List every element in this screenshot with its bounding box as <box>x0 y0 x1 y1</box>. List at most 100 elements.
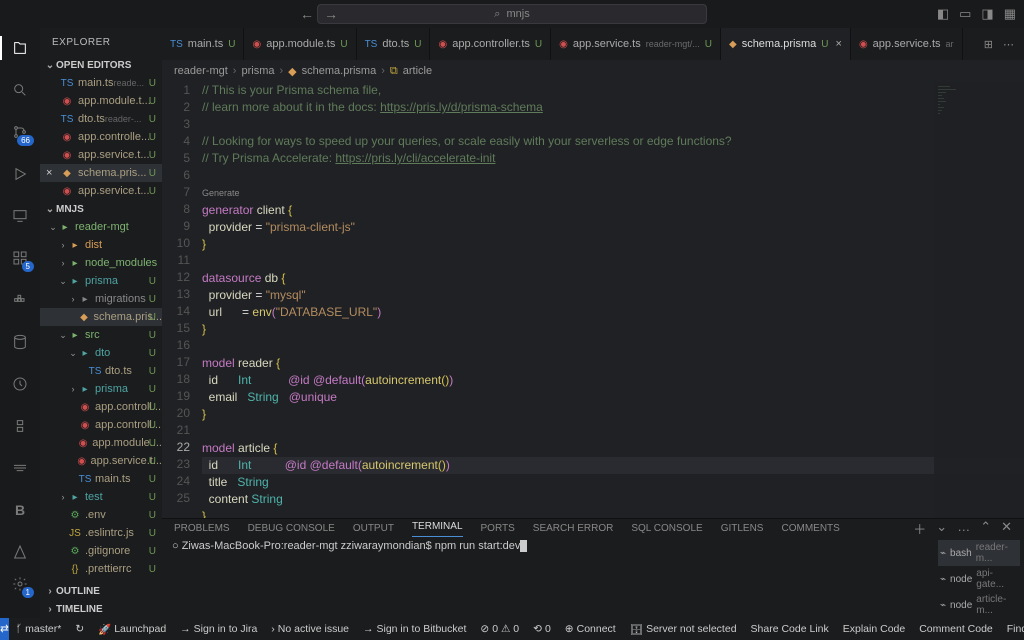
open-editors-header[interactable]: ⌄OPEN EDITORS <box>40 56 162 74</box>
remote-button[interactable]: ⇄ <box>0 618 9 640</box>
terminal-new-icon[interactable]: ＋ <box>913 519 926 538</box>
server[interactable]: 🗄 Server not selected <box>623 623 744 636</box>
outline-header[interactable]: ›OUTLINE <box>40 582 162 600</box>
terminal-instance[interactable]: ⌁ bash reader-m... <box>938 540 1020 566</box>
panel-tab[interactable]: SQL CONSOLE <box>631 523 702 534</box>
terminal[interactable]: ○ Ziwas-MacBook-Pro:reader-mgt zziwaraym… <box>162 538 934 618</box>
open-editor-item[interactable]: ×◆schema.pris...U <box>40 164 162 182</box>
open-editor-item[interactable]: TSmain.ts reade...U <box>40 74 162 92</box>
jira-signin[interactable]: → Sign in to Jira <box>173 623 264 635</box>
panel-close-icon[interactable]: ✕ <box>1001 519 1012 538</box>
editor-tab[interactable]: TSdto.ts U <box>357 28 431 60</box>
tree-item[interactable]: ◉app.controll...U <box>40 416 162 434</box>
panel-tab[interactable]: PROBLEMS <box>174 523 230 534</box>
docker-icon[interactable] <box>8 288 32 312</box>
tree-item[interactable]: JS.eslintrc.jsU <box>40 524 162 542</box>
sidebar: EXPLORER ⌄OPEN EDITORS TSmain.ts reade..… <box>40 28 162 618</box>
tree-item[interactable]: ›▸node_modules <box>40 254 162 272</box>
extensions-icon[interactable]: 5 <box>8 246 32 270</box>
layout-sidebar-icon[interactable]: ▭ <box>959 6 971 22</box>
editor-tab[interactable]: ◉app.service.ts ar <box>851 28 963 60</box>
comment-code[interactable]: Comment Code <box>912 623 1000 635</box>
panel-tab[interactable]: SEARCH ERROR <box>533 523 614 534</box>
layout-secondary-icon[interactable]: ◨ <box>981 6 993 22</box>
find-bugs[interactable]: Find Bugs <box>1000 623 1024 635</box>
open-editor-item[interactable]: ◉app.service.t...U <box>40 146 162 164</box>
tree-item[interactable]: {}.prettierrcU <box>40 560 162 578</box>
tree-item[interactable]: ⌄▸reader-mgt <box>40 218 162 236</box>
editor-tab[interactable]: ◉app.service.ts reader-mgt/... U <box>551 28 721 60</box>
share-code[interactable]: Share Code Link <box>744 623 836 635</box>
tree-item[interactable]: ⚙.envU <box>40 506 162 524</box>
editor-tab[interactable]: ◆schema.prisma U× <box>721 28 851 60</box>
tree-item[interactable]: TSdto.tsU <box>40 362 162 380</box>
explorer-icon[interactable] <box>8 36 32 60</box>
project-header[interactable]: ⌄MNJS <box>40 200 162 218</box>
open-editor-item[interactable]: ◉app.module.t...U <box>40 92 162 110</box>
chevron-up-icon[interactable]: ⌃ <box>980 519 991 538</box>
nav-forward-icon[interactable]: → <box>324 6 338 22</box>
terminal-instance[interactable]: ⌁ node api-gate... <box>938 566 1020 592</box>
python-icon[interactable] <box>8 414 32 438</box>
layout-customize-icon[interactable]: ▦ <box>1004 6 1016 22</box>
bold-icon[interactable]: B <box>8 498 32 522</box>
tree-item[interactable]: ⌄▸prismaU <box>40 272 162 290</box>
tree-item[interactable]: ◉app.service.t...U <box>40 452 162 470</box>
tree-item[interactable]: ›▸dist <box>40 236 162 254</box>
bitbucket-signin[interactable]: → Sign in to Bitbucket <box>356 623 473 635</box>
panel-tab[interactable]: OUTPUT <box>353 523 394 534</box>
timeline-icon[interactable] <box>8 372 32 396</box>
panel-tab[interactable]: PORTS <box>481 523 515 534</box>
panel-tab[interactable]: DEBUG CONSOLE <box>248 523 335 534</box>
sync-button[interactable]: ↻ <box>68 623 91 635</box>
layout-panel-icon[interactable]: ◧ <box>937 6 949 22</box>
remote-explorer-icon[interactable] <box>8 204 32 228</box>
panel-tab[interactable]: COMMENTS <box>781 523 839 534</box>
open-editor-item[interactable]: TSdto.ts reader-...U <box>40 110 162 128</box>
editor-tab[interactable]: ◉app.controller.ts U <box>430 28 551 60</box>
editor[interactable]: 1234567891011121314151617181920212223242… <box>162 82 1024 518</box>
tree-item[interactable]: ◉app.controll...U <box>40 398 162 416</box>
git-branch[interactable]: ᚶ master* <box>9 623 69 635</box>
timeline-header[interactable]: ›TIMELINE <box>40 600 162 618</box>
tree-item[interactable]: ›▸migrationsU <box>40 290 162 308</box>
tree-item[interactable]: ›▸prismaU <box>40 380 162 398</box>
nav-back-icon[interactable]: ← <box>300 6 314 22</box>
panel-tab[interactable]: GITLENS <box>721 523 764 534</box>
diagnostics[interactable]: ⊘ 0 ⚠ 0 <box>473 623 526 635</box>
terminal-split-icon[interactable]: ⌄ <box>936 519 947 538</box>
minimap[interactable]: ▬▬▬▬▬▬▬▬▬▬▬▬▬▬▬▬▬▬▬▬▬▬▬▬▬▬▬▬▬▬▬▬▬▬▬ <box>934 82 1024 518</box>
tree-item[interactable]: ◉app.module....U <box>40 434 162 452</box>
ports[interactable]: ⟲ 0 <box>526 623 558 635</box>
tree-item[interactable]: ⌄▸srcU <box>40 326 162 344</box>
breadcrumb[interactable]: reader-mgt› prisma› ◆schema.prisma› ⧉art… <box>162 60 1024 82</box>
settings-icon[interactable]: 1 <box>8 572 32 596</box>
open-editor-item[interactable]: ◉app.controlle...U <box>40 128 162 146</box>
containers-icon[interactable] <box>8 456 32 480</box>
no-issue[interactable]: › No active issue <box>264 623 356 635</box>
editor-tab[interactable]: ◉app.module.ts U <box>244 28 356 60</box>
tree-item[interactable]: ◆schema.pris...U <box>40 308 162 326</box>
scm-icon[interactable]: 66 <box>8 120 32 144</box>
compare-icon[interactable]: ⊞ <box>984 38 993 51</box>
editor-tabs: TSmain.ts U◉app.module.ts UTSdto.ts U◉ap… <box>162 28 1024 60</box>
tree-item[interactable]: TSmain.tsU <box>40 470 162 488</box>
more-icon[interactable]: ⋯ <box>1003 38 1014 51</box>
explain-code[interactable]: Explain Code <box>836 623 912 635</box>
tree-item[interactable]: ›▸testU <box>40 488 162 506</box>
editor-tab[interactable]: TSmain.ts U <box>162 28 244 60</box>
launchpad[interactable]: 🚀 Launchpad <box>91 623 173 636</box>
tree-item[interactable]: ◉nest-cli.jsonU <box>40 578 162 582</box>
panel-maximize-icon[interactable]: … <box>957 519 970 538</box>
database-icon[interactable] <box>8 330 32 354</box>
atlassian-icon[interactable] <box>8 540 32 564</box>
search-icon[interactable] <box>8 78 32 102</box>
connect[interactable]: ⊕ Connect <box>558 623 623 635</box>
tree-item[interactable]: ⌄▸dtoU <box>40 344 162 362</box>
panel-tab[interactable]: TERMINAL <box>412 521 463 537</box>
terminal-instance[interactable]: ⌁ node article-m... <box>938 592 1020 618</box>
open-editor-item[interactable]: ◉app.service.t...U <box>40 182 162 200</box>
debug-icon[interactable] <box>8 162 32 186</box>
tree-item[interactable]: ⚙.gitignoreU <box>40 542 162 560</box>
command-center[interactable]: ⌕mnjs <box>317 4 707 24</box>
